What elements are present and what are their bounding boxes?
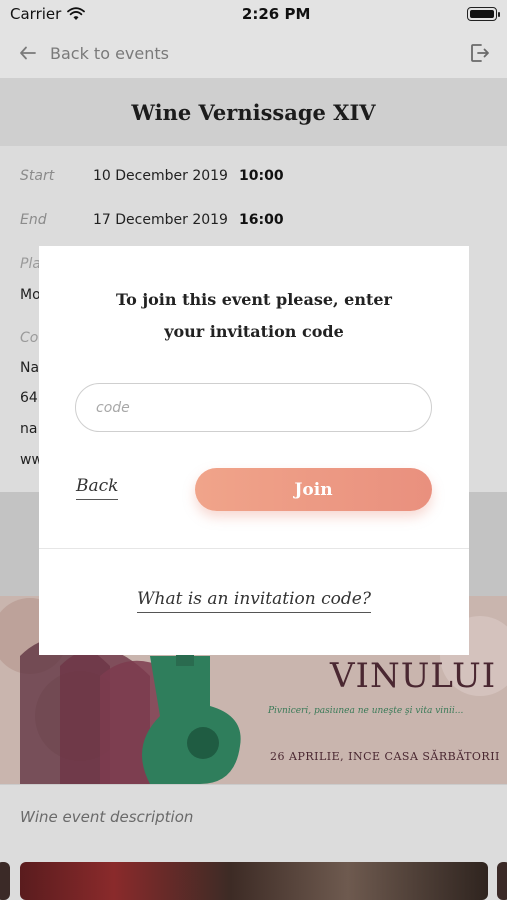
modal-title-line-1: To join this event please, enter [116, 290, 392, 309]
invitation-code-help-link[interactable]: What is an invitation code? [137, 589, 371, 613]
place-label: Pla [20, 256, 41, 272]
clock: 2:26 PM [241, 5, 311, 23]
description-row: Wine event description [0, 784, 507, 848]
modal-title-line-2: your invitation code [164, 322, 344, 341]
start-label: Start [20, 168, 55, 184]
wifi-icon [67, 7, 86, 20]
invite-help-row: What is an invitation code? [39, 589, 469, 613]
status-bar: Carrier 2:26 PM [0, 0, 507, 28]
banner-title: VINULUI [330, 656, 497, 696]
event-title: Wine Vernissage XIV [131, 99, 376, 125]
battery-icon [466, 7, 500, 21]
gallery-thumb[interactable] [20, 862, 488, 900]
end-date: 17 December 2019 [93, 212, 228, 228]
event-title-band: Wine Vernissage XIV [0, 78, 507, 146]
start-time: 10:00 [239, 168, 284, 184]
banner-date: 26 APRILIE, INCE CASA SĂRBĂTORII [270, 750, 500, 763]
join-button[interactable]: Join [195, 468, 432, 511]
back-button[interactable]: Back [76, 476, 119, 500]
start-row: Start 10 December 2019 10:00 [20, 168, 284, 184]
invitation-code-modal: To join this event please, enter your in… [39, 246, 469, 655]
end-row: End 17 December 2019 16:00 [20, 212, 284, 228]
description-label: Wine event description [20, 807, 194, 826]
back-to-events-link[interactable]: Back to events [50, 44, 169, 63]
end-time: 16:00 [239, 212, 284, 228]
carrier-label: Carrier [10, 5, 62, 23]
banner-tagline: Pivniceri, pasiunea ne uneşte şi vita vi… [268, 706, 464, 716]
contact-label: Co [20, 330, 39, 346]
invitation-code-input[interactable] [75, 383, 432, 432]
place-value: Mo [20, 287, 41, 303]
status-left: Carrier [10, 5, 86, 23]
gallery-thumb[interactable] [0, 862, 10, 900]
start-date: 10 December 2019 [93, 168, 228, 184]
logout-icon[interactable] [469, 42, 491, 64]
gallery-strip [0, 862, 507, 900]
back-arrow-icon[interactable] [18, 43, 38, 63]
contact-email: na [20, 421, 38, 437]
modal-divider [39, 548, 469, 549]
contact-name: Na [20, 360, 40, 376]
nav-bar: Back to events [0, 28, 507, 78]
gallery-thumb[interactable] [497, 862, 507, 900]
end-label: End [20, 212, 47, 228]
modal-title: To join this event please, enter your in… [39, 284, 469, 348]
